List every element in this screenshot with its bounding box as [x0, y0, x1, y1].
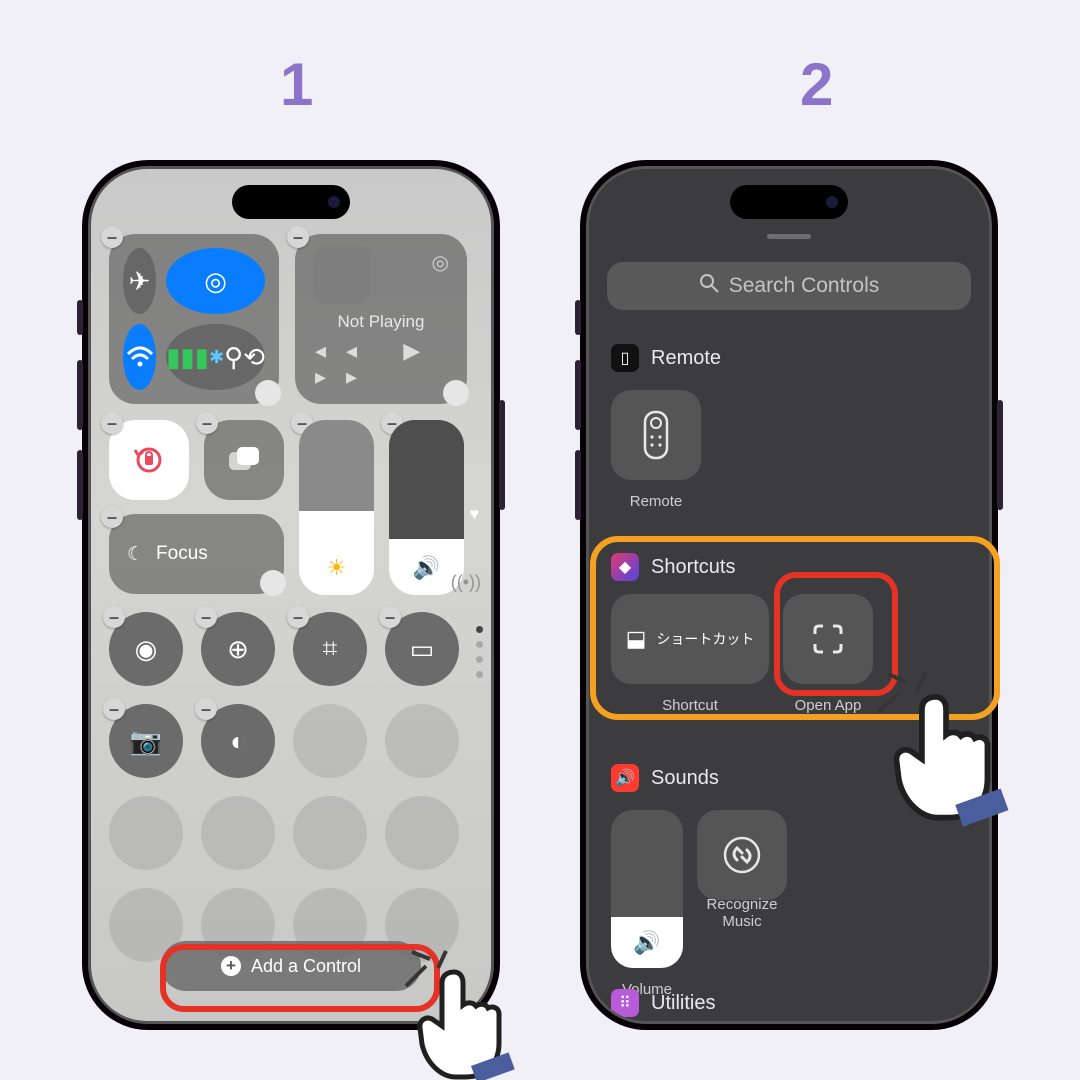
section-label: Utilities	[651, 992, 715, 1015]
media-controls[interactable]: ◂◂ ▶ ▸▸	[315, 338, 455, 390]
moon-icon: ☾	[127, 543, 144, 566]
brightness-icon: ☀	[327, 555, 347, 581]
card-label: Open App	[768, 697, 888, 714]
empty-slot[interactable]	[293, 704, 367, 778]
media-tile[interactable]: ◎ Not Playing ◂◂ ▶ ▸▸	[295, 234, 467, 404]
brightness-slider[interactable]: ☀	[299, 420, 374, 595]
signal-icon: ((•))	[451, 572, 481, 593]
search-icon	[699, 273, 719, 299]
remove-badge[interactable]	[101, 226, 123, 248]
shortcut-stack-icon: ⬓	[626, 626, 647, 652]
section-label: Remote	[651, 347, 721, 370]
step-number-2: 2	[800, 50, 833, 119]
remote-section-icon: ▯	[611, 344, 639, 372]
volume-card[interactable]: 🔊 Volume	[611, 810, 683, 968]
remove-badge[interactable]	[101, 506, 123, 528]
section-remote: ▯ Remote	[611, 344, 967, 372]
resize-grip[interactable]	[443, 380, 469, 406]
cellular-bt-hotspot-icon[interactable]: ▮▮▮✱ ⚲⟲	[166, 324, 265, 390]
search-placeholder: Search Controls	[729, 274, 880, 298]
add-control-label: Add a Control	[251, 956, 361, 977]
airplay-icon[interactable]: ◎	[432, 250, 449, 275]
volume-slider[interactable]: 🔊	[389, 420, 464, 595]
section-shortcuts: ◆ Shortcuts	[611, 553, 967, 581]
rotation-lock-toggle[interactable]	[109, 420, 189, 500]
add-control-button[interactable]: + Add a Control	[161, 941, 421, 991]
remote-control-card[interactable]: Remote	[611, 390, 701, 480]
focus-label: Focus	[156, 543, 208, 565]
speaker-icon: 🔊	[633, 930, 660, 956]
card-label: RecognizeMusic	[682, 896, 802, 931]
step-number-1: 1	[280, 50, 313, 119]
open-app-card[interactable]: Open App	[783, 594, 873, 684]
utilities-section-icon: ⠿	[611, 989, 639, 1017]
remove-badge[interactable]	[287, 226, 309, 248]
shortcuts-section-icon: ◆	[611, 553, 639, 581]
phone-mockup-1: ✈ ◎ ▮▮▮✱ ⚲⟲ ◎ Not Playing ◂◂ ▶ ▸▸	[82, 160, 500, 1030]
dynamic-island	[730, 185, 848, 219]
remove-badge[interactable]	[101, 412, 123, 434]
speaker-icon: 🔊	[413, 555, 440, 581]
album-art-placeholder	[313, 246, 371, 304]
camera-toggle[interactable]: 📷	[109, 704, 183, 778]
section-sounds: 🔊 Sounds	[611, 764, 967, 792]
screen-mirroring-toggle[interactable]	[204, 420, 284, 500]
card-label: Remote	[596, 493, 716, 510]
card-label: Shortcut	[630, 697, 750, 714]
airdrop-icon[interactable]: ◎	[166, 248, 265, 314]
focus-toggle[interactable]: ☾ Focus	[109, 514, 284, 594]
recognize-music-card[interactable]: RecognizeMusic	[697, 810, 787, 900]
shazam-icon	[723, 836, 761, 874]
section-label: Shortcuts	[651, 556, 735, 579]
plus-icon: +	[221, 956, 241, 976]
empty-slot[interactable]	[385, 796, 459, 870]
sounds-section-icon: 🔊	[611, 764, 639, 792]
media-status: Not Playing	[338, 312, 425, 332]
heart-icon: ♥	[470, 506, 480, 524]
search-controls-field[interactable]: Search Controls	[607, 262, 971, 310]
calculator-toggle[interactable]: ⌗	[293, 612, 367, 686]
shortcut-card[interactable]: ⬓ ショートカット Shortcut	[611, 594, 769, 684]
screen-record-toggle[interactable]: ◉	[109, 612, 183, 686]
phone-mockup-2: Search Controls ▯ Remote Remote ◆ Shortc…	[580, 160, 998, 1030]
sheet-grabber[interactable]	[767, 234, 811, 239]
wifi-icon[interactable]	[123, 324, 156, 390]
empty-slot[interactable]	[385, 704, 459, 778]
empty-slot[interactable]	[201, 796, 275, 870]
dynamic-island	[232, 185, 350, 219]
open-app-icon	[811, 622, 845, 656]
section-label: Sounds	[651, 767, 719, 790]
resize-grip[interactable]	[255, 380, 281, 406]
dark-mode-toggle[interactable]: ◐	[201, 704, 275, 778]
empty-slot[interactable]	[293, 796, 367, 870]
page-dots[interactable]	[476, 626, 483, 678]
section-utilities: ⠿ Utilities	[611, 989, 967, 1017]
empty-slot[interactable]	[109, 796, 183, 870]
zoom-toggle[interactable]: ⊕	[201, 612, 275, 686]
remove-badge[interactable]	[196, 412, 218, 434]
resize-grip[interactable]	[260, 570, 286, 596]
connectivity-tile[interactable]: ✈ ◎ ▮▮▮✱ ⚲⟲	[109, 234, 279, 404]
shortcut-jp-label: ショートカット	[656, 629, 754, 649]
low-power-toggle[interactable]: ▭	[385, 612, 459, 686]
airplane-icon[interactable]: ✈	[123, 248, 156, 314]
